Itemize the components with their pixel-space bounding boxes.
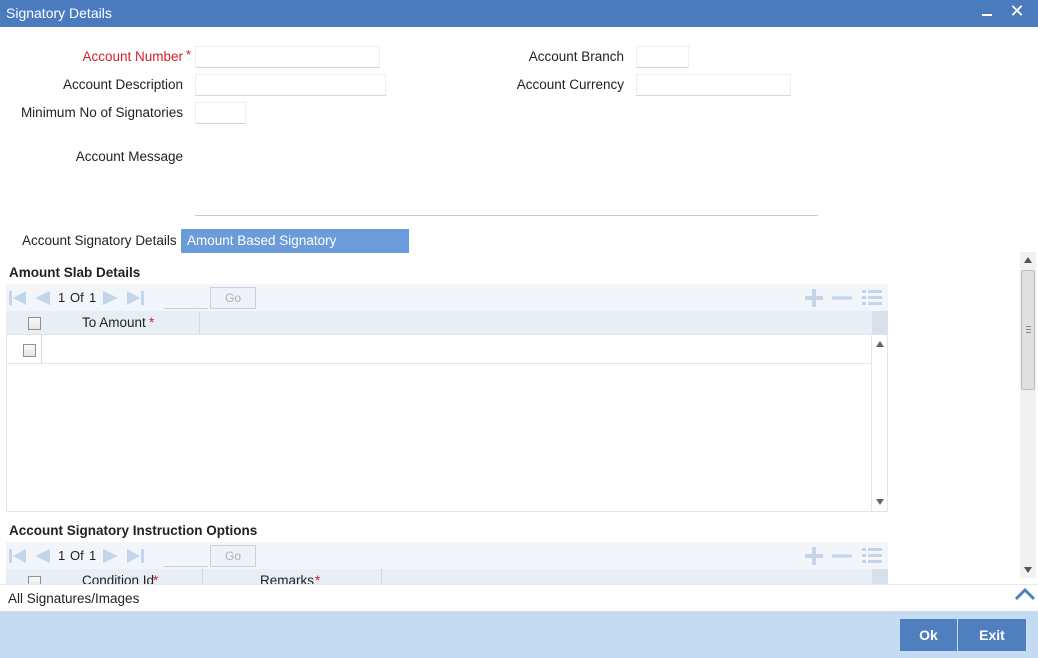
scroll-up-icon[interactable] xyxy=(876,341,884,347)
amount-slab-pager: 1 Of 1 Go xyxy=(6,284,888,311)
next-page-icon[interactable] xyxy=(101,546,121,566)
page-current: 1 xyxy=(58,548,66,563)
account-currency-field[interactable] xyxy=(636,74,791,96)
amount-slab-grid xyxy=(6,334,888,512)
first-page-icon[interactable] xyxy=(8,288,28,308)
scroll-thumb[interactable] xyxy=(1021,270,1035,390)
account-number-required-mark: * xyxy=(186,47,192,62)
all-signatures-link[interactable]: All Signatures/Images xyxy=(8,591,139,606)
col-condition-id: Condition Id xyxy=(82,573,155,584)
add-row-icon[interactable] xyxy=(804,546,824,566)
to-amount-input[interactable] xyxy=(43,337,198,361)
page-of-label: Of xyxy=(70,290,84,305)
min-signatories-label: Minimum No of Signatories xyxy=(20,105,183,120)
scroll-up-icon[interactable] xyxy=(1024,257,1032,263)
ok-button[interactable]: Ok xyxy=(900,619,957,651)
account-branch-field[interactable] xyxy=(636,46,689,68)
minimize-icon[interactable] xyxy=(978,3,996,21)
column-divider xyxy=(381,569,382,584)
row-checkbox[interactable] xyxy=(23,344,36,357)
tab-account-signatory-details[interactable]: Account Signatory Details xyxy=(16,229,183,253)
scroll-down-icon[interactable] xyxy=(876,499,884,505)
single-view-icon[interactable] xyxy=(862,546,882,566)
tab-amount-based-signatory-instructions[interactable]: Amount Based Signatory Instructions xyxy=(181,229,409,272)
select-all-checkbox[interactable] xyxy=(28,576,41,584)
all-signatures-bar: All Signatures/Images xyxy=(0,584,1038,611)
account-message-field[interactable] xyxy=(195,215,818,216)
main-scrollbar[interactable] xyxy=(1020,252,1036,578)
column-divider xyxy=(202,569,203,584)
previous-page-icon[interactable] xyxy=(32,546,52,566)
page-of-label: Of xyxy=(70,548,84,563)
last-page-icon[interactable] xyxy=(125,546,145,566)
delete-row-icon[interactable] xyxy=(832,546,852,566)
page-number-input[interactable] xyxy=(164,289,208,309)
page-total: 1 xyxy=(89,290,97,305)
min-signatories-field[interactable] xyxy=(195,102,246,124)
col-remarks: Remarks xyxy=(260,573,315,584)
amount-slab-section-title: Amount Slab Details xyxy=(9,265,141,280)
page-number-input[interactable] xyxy=(164,547,208,567)
page-total: 1 xyxy=(89,548,97,563)
first-page-icon[interactable] xyxy=(8,546,28,566)
delete-row-icon[interactable] xyxy=(832,288,852,308)
condition-id-required-mark: * xyxy=(153,573,159,584)
grid-scrollbar[interactable] xyxy=(871,335,887,511)
add-row-icon[interactable] xyxy=(804,288,824,308)
last-page-icon[interactable] xyxy=(125,288,145,308)
table-row[interactable] xyxy=(7,335,871,364)
go-button[interactable]: Go xyxy=(210,545,256,567)
chevron-up-icon[interactable] xyxy=(1014,587,1036,601)
account-branch-label: Account Branch xyxy=(528,49,624,64)
select-all-checkbox[interactable] xyxy=(28,317,41,330)
page-current: 1 xyxy=(58,290,66,305)
col-to-amount: To Amount xyxy=(82,315,146,330)
account-currency-label: Account Currency xyxy=(516,77,624,92)
to-amount-required-mark: * xyxy=(149,315,155,330)
account-message-label: Account Message xyxy=(75,149,183,164)
grid-header-scroll-corner xyxy=(872,311,888,335)
instruction-options-grid-header: Condition Id * Remarks * xyxy=(6,569,888,584)
close-icon[interactable]: ✕ xyxy=(1008,2,1026,21)
previous-page-icon[interactable] xyxy=(32,288,52,308)
amount-slab-grid-header: To Amount * xyxy=(6,311,872,335)
instruction-options-pager: 1 Of 1 Go xyxy=(6,542,888,569)
instruction-options-section-title: Account Signatory Instruction Options xyxy=(9,523,258,538)
account-number-field[interactable] xyxy=(195,46,380,68)
exit-button[interactable]: Exit xyxy=(958,619,1026,651)
remarks-required-mark: * xyxy=(315,573,321,584)
title-bar: Signatory Details ✕ xyxy=(0,0,1038,27)
go-button[interactable]: Go xyxy=(210,287,256,309)
account-description-field[interactable] xyxy=(195,74,386,96)
row-divider xyxy=(41,335,42,364)
single-view-icon[interactable] xyxy=(862,288,882,308)
scroll-down-icon[interactable] xyxy=(1024,567,1032,573)
footer-bar: Ok Exit xyxy=(0,611,1038,658)
next-page-icon[interactable] xyxy=(101,288,121,308)
window-title: Signatory Details xyxy=(6,5,112,21)
account-number-label: Account Number xyxy=(82,49,183,64)
account-description-label: Account Description xyxy=(62,77,183,92)
